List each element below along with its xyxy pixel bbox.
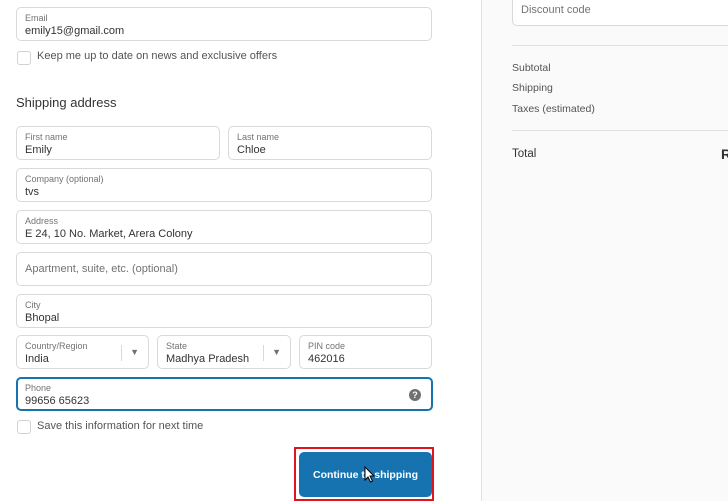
phone-label: Phone	[25, 383, 52, 393]
email-field[interactable]: Email emily15@gmail.com	[16, 7, 432, 41]
order-summary-panel	[481, 0, 728, 501]
summary-divider	[512, 45, 728, 46]
address-label: Address	[25, 216, 59, 226]
country-label: Country/Region	[25, 341, 88, 351]
state-select-divider	[263, 345, 264, 361]
discount-code-placeholder: Discount code	[521, 4, 591, 16]
company-field[interactable]: Company (optional) tvs	[16, 168, 432, 202]
pin-code-label: PIN code	[308, 341, 346, 351]
first-name-value: Emily	[25, 144, 52, 156]
first-name-field[interactable]: First name Emily	[16, 126, 220, 160]
taxes-label: Taxes (estimated)	[512, 103, 595, 115]
city-field[interactable]: City Bhopal	[16, 294, 432, 328]
discount-code-field[interactable]: Discount code	[512, 0, 728, 26]
pin-code-value: 462016	[308, 353, 345, 365]
phone-field[interactable]: Phone 99656 65623 ?	[16, 377, 433, 411]
phone-value: 99656 65623	[25, 395, 90, 407]
pin-code-field[interactable]: PIN code 462016	[299, 335, 432, 369]
newsletter-checkbox[interactable]	[17, 51, 31, 65]
total-value: R	[721, 146, 728, 162]
apartment-placeholder: Apartment, suite, etc. (optional)	[25, 263, 178, 275]
summary-divider	[512, 130, 728, 131]
newsletter-label: Keep me up to date on news and exclusive…	[37, 50, 278, 62]
city-label: City	[25, 300, 41, 310]
checkout-form-panel: Email emily15@gmail.com Keep me up to da…	[0, 0, 481, 501]
question-circle-icon[interactable]: ?	[409, 389, 421, 401]
total-label: Total	[512, 148, 537, 160]
first-name-label: First name	[25, 132, 68, 142]
shipping-address-heading: Shipping address	[16, 95, 117, 110]
chevron-down-icon: ▼	[130, 347, 139, 357]
state-value: Madhya Pradesh	[166, 353, 250, 365]
email-label: Email	[25, 13, 48, 23]
subtotal-label: Subtotal	[512, 62, 551, 74]
last-name-value: Chloe	[237, 144, 266, 156]
last-name-field[interactable]: Last name Chloe	[228, 126, 432, 160]
address-value: E 24, 10 No. Market, Arera Colony	[25, 228, 193, 240]
company-value: tvs	[25, 186, 40, 198]
state-select[interactable]: State Madhya Pradesh ▼	[157, 335, 291, 369]
last-name-label: Last name	[237, 132, 280, 142]
save-info-label: Save this information for next time	[37, 420, 204, 432]
shipping-label: Shipping	[512, 82, 553, 94]
apartment-field[interactable]: Apartment, suite, etc. (optional)	[16, 252, 432, 286]
company-label: Company (optional)	[25, 174, 104, 184]
save-info-checkbox[interactable]	[17, 420, 31, 434]
state-label: State	[166, 341, 188, 351]
mouse-pointer-icon	[364, 466, 376, 483]
city-value: Bhopal	[25, 312, 60, 324]
country-value: India	[25, 353, 49, 365]
email-value: emily15@gmail.com	[25, 25, 125, 37]
country-select[interactable]: Country/Region India ▼	[16, 335, 149, 369]
chevron-down-icon: ▼	[272, 347, 281, 357]
address-field[interactable]: Address E 24, 10 No. Market, Arera Colon…	[16, 210, 432, 244]
country-select-divider	[121, 345, 122, 361]
